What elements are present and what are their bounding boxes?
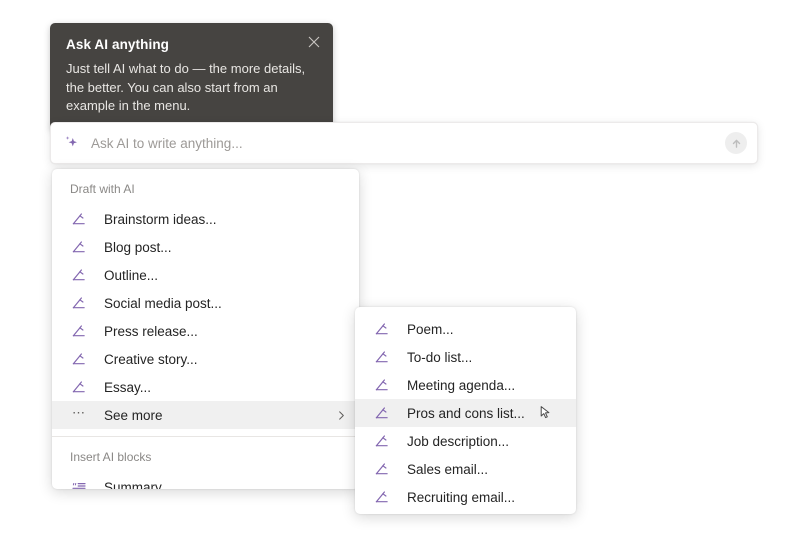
submenu-item-label: Meeting agenda...	[407, 377, 516, 393]
pencil-icon	[70, 210, 88, 228]
menu-item-press-release[interactable]: Press release...	[52, 317, 359, 345]
menu-section-label-draft: Draft with AI	[70, 182, 135, 196]
pencil-icon	[70, 378, 88, 396]
menu-item-label: Press release...	[104, 323, 198, 339]
pencil-icon	[70, 266, 88, 284]
submenu-item-label: Sales email...	[407, 461, 489, 477]
menu-item-label: Blog post...	[104, 239, 172, 255]
quote-summary-icon	[70, 478, 88, 489]
pencil-icon	[373, 404, 391, 422]
menu-item-label: Essay...	[104, 379, 152, 395]
app-canvas: Ask AI anything Just tell AI what to do …	[0, 0, 788, 546]
menu-item-label: Creative story...	[104, 351, 198, 367]
see-more-submenu: Poem... To-do list... Meeting agenda... …	[355, 307, 576, 514]
submenu-item-pros-and-cons-list[interactable]: Pros and cons list...	[355, 399, 576, 427]
submenu-item-job-description[interactable]: Job description...	[355, 427, 576, 455]
submenu-item-to-do-list[interactable]: To-do list...	[355, 343, 576, 371]
submenu-item-label: Poem...	[407, 321, 454, 337]
menu-item-social-media-post[interactable]: Social media post...	[52, 289, 359, 317]
menu-item-label: Summary	[104, 479, 162, 490]
menu-item-creative-story[interactable]: Creative story...	[52, 345, 359, 373]
menu-item-label: See more	[104, 407, 163, 423]
send-button[interactable]	[725, 132, 747, 154]
menu-item-see-more[interactable]: ⋯ See more	[52, 401, 359, 429]
menu-item-brainstorm-ideas[interactable]: Brainstorm ideas...	[52, 205, 359, 233]
draft-with-ai-menu: Draft with AI Brainstorm ideas... Blog p…	[52, 169, 359, 489]
menu-item-label: Brainstorm ideas...	[104, 211, 217, 227]
pencil-icon	[373, 460, 391, 478]
pencil-icon	[70, 238, 88, 256]
more-dots-icon: ⋯	[72, 404, 86, 420]
pencil-icon	[373, 348, 391, 366]
sparkle-icon	[63, 134, 81, 152]
menu-section-label-insert-blocks: Insert AI blocks	[70, 450, 152, 464]
pencil-icon	[373, 432, 391, 450]
pencil-icon	[70, 322, 88, 340]
menu-item-essay[interactable]: Essay...	[52, 373, 359, 401]
submenu-item-recruiting-email[interactable]: Recruiting email...	[355, 483, 576, 511]
pencil-icon	[373, 488, 391, 506]
pencil-icon	[373, 320, 391, 338]
menu-item-outline[interactable]: Outline...	[52, 261, 359, 289]
submenu-item-label: To-do list...	[407, 349, 473, 365]
pencil-icon	[373, 376, 391, 394]
submenu-item-label: Recruiting email...	[407, 489, 516, 505]
menu-item-summary[interactable]: Summary	[52, 473, 359, 489]
menu-item-label: Social media post...	[104, 295, 222, 311]
ai-prompt-bar[interactable]	[50, 122, 758, 164]
pencil-icon	[70, 294, 88, 312]
submenu-item-label: Job description...	[407, 433, 510, 449]
menu-item-label: Outline...	[104, 267, 159, 283]
chevron-right-icon	[336, 410, 347, 421]
submenu-item-sales-email[interactable]: Sales email...	[355, 455, 576, 483]
submenu-item-label: Pros and cons list...	[407, 405, 525, 421]
submenu-item-meeting-agenda[interactable]: Meeting agenda...	[355, 371, 576, 399]
coachmark-title: Ask AI anything	[66, 37, 170, 52]
ask-ai-coachmark: Ask AI anything Just tell AI what to do …	[50, 23, 333, 130]
pencil-icon	[70, 350, 88, 368]
submenu-item-poem[interactable]: Poem...	[355, 315, 576, 343]
ai-prompt-input[interactable]	[91, 135, 717, 151]
coachmark-body: Just tell AI what to do — the more detai…	[66, 61, 306, 113]
menu-item-blog-post[interactable]: Blog post...	[52, 233, 359, 261]
close-icon[interactable]	[303, 31, 325, 53]
